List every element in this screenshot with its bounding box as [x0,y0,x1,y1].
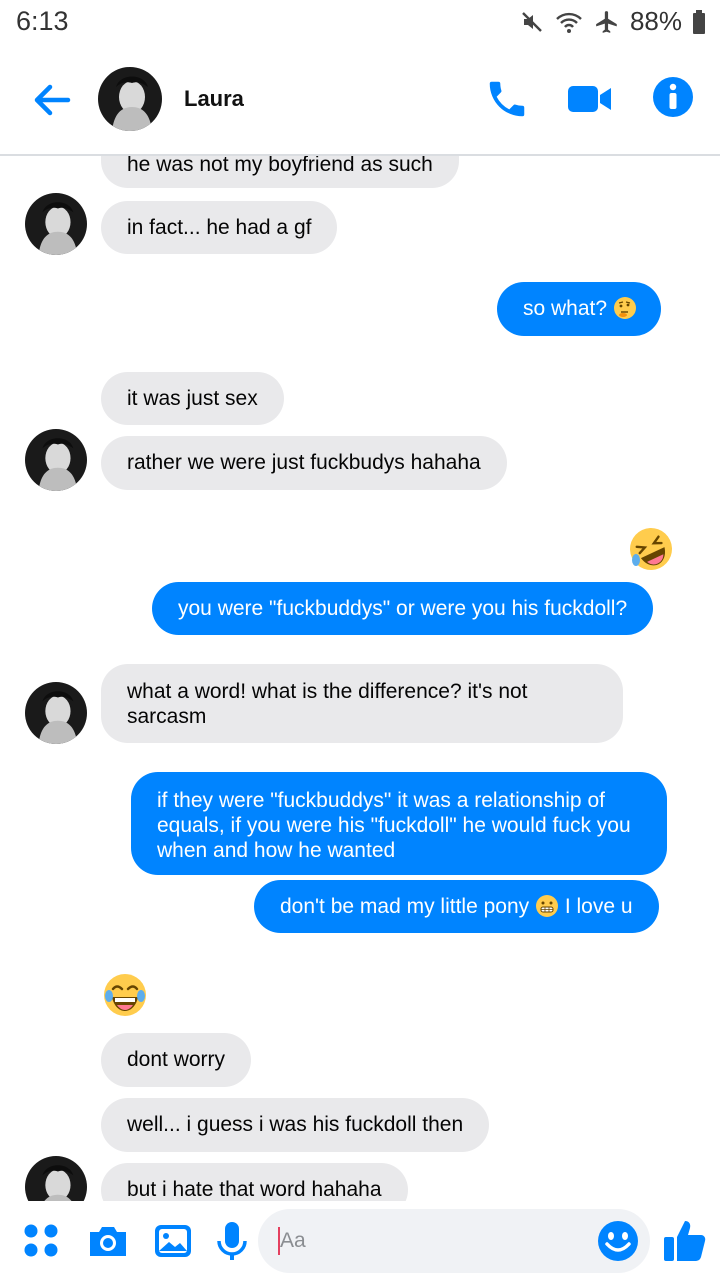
thinking-face-emoji-icon [613,296,637,326]
message-thread[interactable]: he was not my boyfriend as such in fact.… [0,156,720,1201]
gallery-icon[interactable] [151,1219,195,1263]
video-icon[interactable] [566,76,614,122]
info-icon[interactable] [652,76,698,122]
message-bubble-outgoing[interactable]: if they were "fuckbuddys" it was a relat… [131,772,667,875]
message-bubble-incoming[interactable]: he was not my boyfriend as such [101,156,459,188]
sender-avatar[interactable] [25,1156,87,1201]
message-input[interactable]: Aa [258,1209,650,1273]
message-bubble-incoming[interactable]: rather we were just fuckbudys hahaha [101,436,507,490]
contact-avatar[interactable] [98,67,162,131]
emoji-icon[interactable] [596,1219,640,1268]
grimacing-face-emoji-icon [535,894,559,924]
status-time: 6:13 [16,6,69,36]
battery-percent: 88% [629,6,682,36]
rolling-laughing-emoji-icon[interactable] [628,526,674,577]
airplane-icon [594,9,620,35]
message-bubble-outgoing[interactable]: so what? [497,282,661,336]
menu-dots-icon[interactable] [20,1219,64,1263]
phone-icon[interactable] [484,76,530,122]
status-bar: 6:13 88% [0,0,720,44]
message-bubble-incoming[interactable]: well... i guess i was his fuckdoll then [101,1098,490,1152]
message-bubble-outgoing[interactable]: don't be mad my little pony I love u [254,880,659,933]
message-composer: Aa [0,1201,720,1280]
message-bubble-outgoing[interactable]: you were "fuckbuddys" or were you his fu… [152,582,654,635]
conversation-header: Laura [0,44,720,156]
sender-avatar[interactable] [25,193,87,255]
message-bubble-incoming[interactable]: in fact... he had a gf [101,201,338,254]
wifi-icon [554,10,584,34]
back-arrow-icon[interactable] [30,78,74,122]
message-bubble-incoming[interactable]: but i hate that word hahaha [101,1163,408,1201]
camera-icon[interactable] [86,1219,130,1263]
thumbs-up-icon[interactable] [662,1217,708,1263]
message-input-placeholder: Aa [280,1229,306,1252]
battery-icon [692,9,706,34]
microphone-icon[interactable] [212,1219,256,1263]
mute-icon [520,10,544,34]
contact-name[interactable]: Laura [184,86,244,112]
tears-of-joy-emoji-icon[interactable] [102,972,148,1023]
sender-avatar[interactable] [25,682,87,744]
message-bubble-incoming[interactable]: what a word! what is the difference? it'… [101,664,623,743]
sender-avatar[interactable] [25,429,87,491]
message-bubble-incoming[interactable]: it was just sex [101,372,284,425]
message-bubble-incoming[interactable]: dont worry [101,1033,252,1087]
